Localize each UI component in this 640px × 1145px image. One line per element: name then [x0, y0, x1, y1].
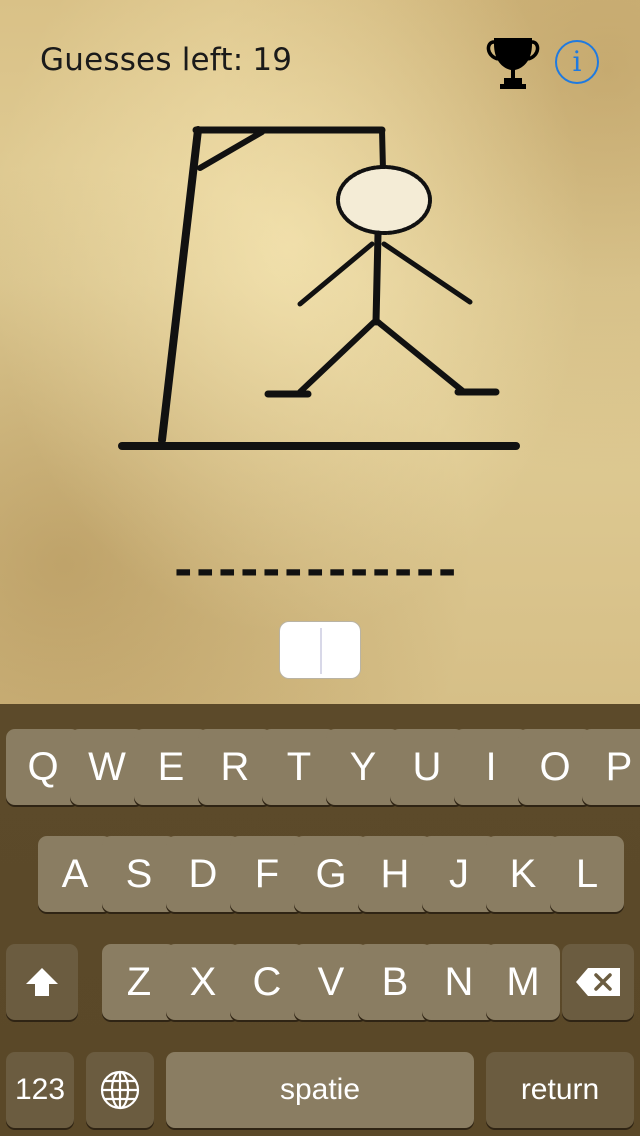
key-x[interactable]: X: [166, 944, 240, 1020]
letter-input[interactable]: [279, 621, 361, 679]
numbers-key[interactable]: 123: [6, 1052, 74, 1128]
key-s[interactable]: S: [102, 836, 176, 912]
key-w[interactable]: W: [70, 729, 144, 805]
key-z[interactable]: Z: [102, 944, 176, 1020]
key-h[interactable]: H: [358, 836, 432, 912]
key-f[interactable]: F: [230, 836, 304, 912]
gallows-rope: [379, 127, 386, 173]
key-q[interactable]: Q: [6, 729, 80, 805]
key-o[interactable]: O: [518, 729, 592, 805]
globe-icon: [100, 1070, 140, 1110]
key-y[interactable]: Y: [326, 729, 400, 805]
keyboard: Q W E R T Y U I O P A S D F G H J K L Z X C V B N M 123 spatie retur…: [0, 704, 640, 1136]
space-key[interactable]: spatie: [166, 1052, 474, 1128]
gallows-brace: [197, 129, 265, 171]
key-j[interactable]: J: [422, 836, 496, 912]
shift-icon: [26, 968, 58, 996]
key-p[interactable]: P: [582, 729, 640, 805]
key-v[interactable]: V: [294, 944, 368, 1020]
key-m[interactable]: M: [486, 944, 560, 1020]
backspace-key[interactable]: [562, 944, 634, 1020]
key-u[interactable]: U: [390, 729, 464, 805]
figure-left-arm: [297, 241, 375, 307]
stick-figure: [264, 165, 500, 398]
figure-body: [372, 230, 382, 326]
hangman-drawing: [118, 126, 520, 450]
key-a[interactable]: A: [38, 836, 112, 912]
backspace-icon: [576, 968, 620, 996]
return-key[interactable]: return: [486, 1052, 634, 1128]
key-c[interactable]: C: [230, 944, 304, 1020]
key-k[interactable]: K: [486, 836, 560, 912]
key-b[interactable]: B: [358, 944, 432, 1020]
hidden-word: -------------: [170, 545, 460, 596]
gallows-post: [158, 126, 202, 444]
key-n[interactable]: N: [422, 944, 496, 1020]
figure-right-arm: [381, 241, 473, 305]
key-e[interactable]: E: [134, 729, 208, 805]
shift-key[interactable]: [6, 944, 78, 1020]
key-i[interactable]: I: [454, 729, 528, 805]
key-l[interactable]: L: [550, 836, 624, 912]
key-t[interactable]: T: [262, 729, 336, 805]
figure-right-leg: [375, 319, 467, 395]
figure-head: [336, 165, 432, 235]
key-g[interactable]: G: [294, 836, 368, 912]
key-d[interactable]: D: [166, 836, 240, 912]
figure-left-leg: [297, 319, 377, 395]
key-r[interactable]: R: [198, 729, 272, 805]
globe-key[interactable]: [86, 1052, 154, 1128]
